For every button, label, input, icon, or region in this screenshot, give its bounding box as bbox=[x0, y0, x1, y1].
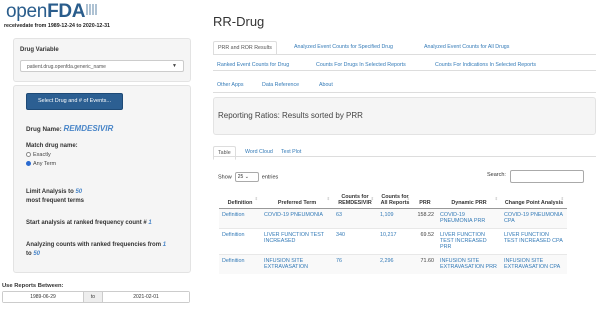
tab-event-counts-all-drugs[interactable]: Analyzed Event Counts for All Drugs bbox=[424, 44, 509, 50]
definition-link[interactable]: Definition bbox=[219, 208, 261, 229]
openfda-logo: openFDA bbox=[6, 2, 98, 21]
tab-counts-drugs-reports[interactable]: Counts For Drugs In Selected Reports bbox=[316, 62, 406, 68]
term-link[interactable]: INFUSION SITE EXTRAVASATION bbox=[261, 254, 333, 274]
drug-name-value: REMDESIVIR bbox=[63, 124, 114, 133]
tab-counts-indications[interactable]: Counts For Indications In Selected Repor… bbox=[435, 62, 536, 68]
date-from-input[interactable]: 1989-06-29 bbox=[3, 292, 83, 302]
tab-word-cloud[interactable]: Word Cloud bbox=[245, 149, 273, 155]
page-title: RR-Drug bbox=[213, 14, 265, 29]
tab-event-counts-specified-drug[interactable]: Analyzed Event Counts for Specified Drug bbox=[294, 44, 393, 50]
tab-other-apps[interactable]: Other Apps bbox=[217, 82, 244, 88]
tab-table[interactable]: Table bbox=[213, 146, 236, 160]
analyzing-counts-text: Analyzing counts with ranked frequencies… bbox=[26, 242, 167, 257]
drug-name-line: Drug Name: REMDESIVIR bbox=[26, 124, 114, 133]
sort-icon: ⇕ bbox=[326, 196, 330, 201]
radio-any-term[interactable]: Any Term bbox=[26, 161, 56, 167]
tab-prr-ror-results[interactable]: PRR and ROR Results bbox=[213, 41, 277, 55]
tab-divider bbox=[213, 54, 596, 55]
results-header-panel: Reporting Ratios: Results sorted by PRR bbox=[213, 97, 596, 135]
match-label: Match drug name: bbox=[26, 143, 78, 149]
table-header-row: Definition ⇕ Preferred Term ⇕ Counts for R… bbox=[219, 192, 567, 209]
table-row: Definition INFUSION SITE EXTRAVASATION 7… bbox=[219, 254, 567, 274]
limit-analysis-text: Limit Analysis to 50 most frequent terms bbox=[26, 189, 85, 204]
sort-icon: ⇕ bbox=[406, 196, 410, 201]
start-analysis-text: Start analysis at ranked frequency count… bbox=[26, 220, 152, 226]
all-count-link[interactable]: 1,109 bbox=[377, 208, 413, 229]
drug-variable-panel: Drug Variable patient.drug.openfda.gener… bbox=[13, 38, 191, 82]
drug-count-link[interactable]: 76 bbox=[333, 254, 377, 274]
tab-about[interactable]: About bbox=[319, 82, 333, 88]
col-prr[interactable]: PRR bbox=[413, 192, 437, 209]
caret-down-icon: ⌄ bbox=[244, 174, 249, 180]
col-counts-all[interactable]: Counts for All Reports ⇕ bbox=[377, 192, 413, 209]
date-range-input: 1989-06-29 to 2021-02-01 bbox=[2, 291, 190, 303]
date-to-input[interactable]: 2021-02-01 bbox=[103, 292, 189, 302]
table-row: Definition COVID-19 PNEUMONIA 63 1,109 1… bbox=[219, 208, 567, 229]
col-change-point[interactable]: Change Point Analysis ⇕ bbox=[501, 192, 567, 209]
radio-exactly[interactable]: Exactly bbox=[26, 152, 51, 158]
drug-count-link[interactable]: 340 bbox=[333, 228, 377, 255]
dynamic-prr-link[interactable]: LIVER FUNCTION TEST INCREASED PRR bbox=[437, 228, 501, 255]
all-count-link[interactable]: 10,217 bbox=[377, 228, 413, 255]
cpa-link[interactable]: LIVER FUNCTION TEST INCREASED CPA bbox=[501, 228, 567, 255]
show-entries-control: Show 25 ⌄ entries bbox=[218, 172, 279, 182]
radio-icon bbox=[26, 152, 31, 157]
dynamic-prr-link[interactable]: COVID-19 PNEUMONIA PRR bbox=[437, 208, 501, 229]
col-definition[interactable]: Definition ⇕ bbox=[219, 192, 261, 209]
main-panel: RR-Drug PRR and ROR Results Analyzed Eve… bbox=[213, 0, 596, 310]
tab-data-reference[interactable]: Data Reference bbox=[262, 82, 299, 88]
prr-value: 158.22 bbox=[413, 208, 437, 229]
sort-icon: ⇕ bbox=[494, 196, 498, 201]
sidebar: openFDA receivedate from 1989-12-24 to 2… bbox=[0, 0, 196, 310]
sort-icon: ⇕ bbox=[370, 196, 374, 201]
col-dynamic-prr[interactable]: Dynamic PRR ⇕ bbox=[437, 192, 501, 209]
tab-divider bbox=[213, 70, 596, 71]
select-drug-button[interactable]: Select Drug and # of Events... bbox=[26, 93, 123, 110]
logo-grid-icon bbox=[86, 4, 98, 15]
col-preferred-term[interactable]: Preferred Term ⇕ bbox=[261, 192, 333, 209]
cpa-link[interactable]: INFUSION SITE EXTRAVASATION CPA bbox=[501, 254, 567, 274]
date-to-separator: to bbox=[83, 292, 103, 302]
caret-down-icon: ▼ bbox=[172, 63, 177, 69]
drug-variable-select[interactable]: patient.drug.openfda.generic_name ▼ bbox=[20, 60, 184, 72]
definition-link[interactable]: Definition bbox=[219, 254, 261, 274]
col-counts-drug[interactable]: Counts for REMDESIVIR ⇕ bbox=[333, 192, 377, 209]
results-table: Definition ⇕ Preferred Term ⇕ Counts for R… bbox=[219, 192, 567, 274]
subtab-divider bbox=[213, 156, 596, 157]
definition-link[interactable]: Definition bbox=[219, 228, 261, 255]
radio-selected-icon bbox=[26, 161, 31, 166]
drug-variable-label: Drug Variable bbox=[20, 47, 59, 53]
sort-icon: ⇕ bbox=[254, 196, 258, 201]
use-reports-between-label: Use Reports Between: bbox=[2, 283, 64, 289]
received-date-range: receivedate from 1989-12-24 to 2020-12-3… bbox=[4, 23, 110, 29]
sort-icon: ⇕ bbox=[560, 196, 564, 201]
prr-value: 71.60 bbox=[413, 254, 437, 274]
term-link[interactable]: LIVER FUNCTION TEST INCREASED bbox=[261, 228, 333, 255]
term-link[interactable]: COVID-19 PNEUMONIA bbox=[261, 208, 333, 229]
entries-length-select[interactable]: 25 ⌄ bbox=[234, 172, 259, 182]
cpa-link[interactable]: COVID-19 PNEUMONIA CPA bbox=[501, 208, 567, 229]
results-heading: Reporting Ratios: Results sorted by PRR bbox=[218, 111, 363, 120]
table-row: Definition LIVER FUNCTION TEST INCREASED… bbox=[219, 228, 567, 255]
tab-ranked-event-counts[interactable]: Ranked Event Counts for Drug bbox=[217, 62, 289, 68]
drug-count-link[interactable]: 63 bbox=[333, 208, 377, 229]
tab-text-plot[interactable]: Text Plot bbox=[281, 149, 301, 155]
tab-divider bbox=[213, 92, 596, 93]
prr-value: 69.52 bbox=[413, 228, 437, 255]
search-input[interactable] bbox=[510, 170, 584, 183]
dynamic-prr-link[interactable]: INFUSION SITE EXTRAVASATION PRR bbox=[437, 254, 501, 274]
drug-settings-panel: Select Drug and # of Events... Drug Name… bbox=[13, 85, 191, 273]
all-count-link[interactable]: 2,296 bbox=[377, 254, 413, 274]
search-label: Search: bbox=[487, 172, 506, 178]
